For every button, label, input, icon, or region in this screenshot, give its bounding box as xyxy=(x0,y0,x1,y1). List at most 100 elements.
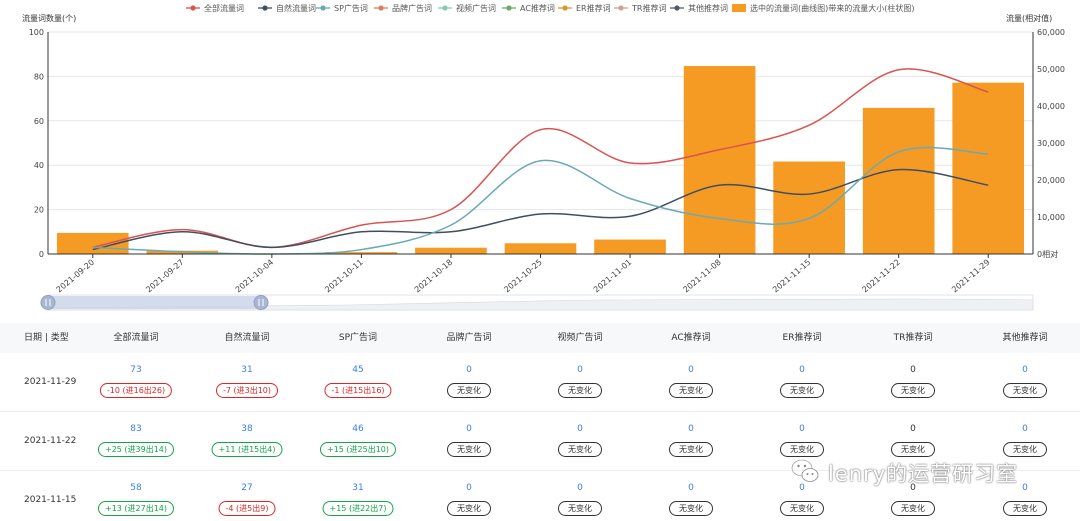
x-tick-label: 2021-11-01 xyxy=(592,258,633,295)
legend-label: AC推荐词 xyxy=(520,3,555,13)
zoom-selection[interactable] xyxy=(48,296,261,309)
legend-item[interactable]: 自然流量词 xyxy=(258,3,316,13)
change-badge[interactable]: 无变化 xyxy=(447,442,491,457)
cell-value[interactable]: 0 xyxy=(747,424,857,434)
cell-value[interactable]: 27 xyxy=(192,483,302,493)
bar-traffic[interactable] xyxy=(504,243,577,254)
bar-traffic[interactable] xyxy=(594,239,666,254)
change-badge[interactable]: +13 (进27出14) xyxy=(97,501,175,516)
cell-value[interactable]: 0 xyxy=(858,365,968,375)
header-er: ER推荐词 xyxy=(782,333,822,343)
cell-value[interactable]: 38 xyxy=(192,424,302,434)
table-cell: 0 无变化 xyxy=(636,471,746,521)
legend-marker xyxy=(562,5,568,11)
change-badge[interactable]: 无变化 xyxy=(447,501,491,516)
bar-traffic[interactable] xyxy=(415,247,487,254)
x-tick-label: 2021-10-25 xyxy=(502,258,543,295)
series-line[interactable] xyxy=(92,68,989,249)
cell-value[interactable]: 0 xyxy=(525,424,635,434)
row-date: 2021-11-29 xyxy=(24,377,77,387)
cell-value[interactable]: 0 xyxy=(970,424,1080,434)
watermark-text: lenry的运营研习室 xyxy=(828,462,1019,486)
cell-value[interactable]: 0 xyxy=(525,365,635,375)
cell-value[interactable]: 0 xyxy=(414,483,524,493)
cell-value[interactable]: 73 xyxy=(81,365,191,375)
change-badge[interactable]: +15 (进22出7) xyxy=(322,501,394,516)
change-badge[interactable]: -4 (进5出9) xyxy=(218,501,276,516)
line-series xyxy=(92,68,989,255)
change-badge[interactable]: 无变化 xyxy=(669,501,713,516)
cell-value[interactable]: 0 xyxy=(970,365,1080,375)
change-badge[interactable]: 无变化 xyxy=(558,383,602,398)
table-cell: 46 +15 (进25出10) xyxy=(303,412,413,471)
zoom-handle-right[interactable] xyxy=(253,295,269,310)
cell-value[interactable]: 0 xyxy=(636,483,746,493)
legend-marker xyxy=(378,5,384,11)
legend-item[interactable]: ER推荐词 xyxy=(558,3,611,13)
change-badge[interactable]: 无变化 xyxy=(780,501,824,516)
cell-value[interactable]: 0 xyxy=(858,424,968,434)
legend-item[interactable]: SP广告词 xyxy=(316,3,368,13)
change-badge[interactable]: 无变化 xyxy=(558,501,602,516)
row-date: 2021-11-15 xyxy=(24,495,77,505)
change-badge[interactable]: -1 (进15出16) xyxy=(324,383,392,398)
legend-item[interactable]: 选中的流量词(曲线图)带来的流量大小(柱状图) xyxy=(732,3,914,13)
change-badge[interactable]: -7 (进3出10) xyxy=(215,383,279,398)
bar-traffic[interactable] xyxy=(862,107,935,254)
table-cell: 0 无变化 xyxy=(525,412,635,471)
cell-value[interactable]: 0 xyxy=(525,483,635,493)
change-badge[interactable]: 无变化 xyxy=(891,383,935,398)
change-badge[interactable]: +11 (进15出4) xyxy=(211,442,283,457)
legend-marker xyxy=(190,5,196,11)
table-cell: 83 +25 (进39出14) xyxy=(81,412,191,471)
change-badge[interactable]: 无变化 xyxy=(891,501,935,516)
change-badge[interactable]: 无变化 xyxy=(669,383,713,398)
legend-item[interactable]: TR推荐词 xyxy=(614,3,666,13)
change-badge[interactable]: +15 (进25出10) xyxy=(319,442,397,457)
change-badge[interactable]: 无变化 xyxy=(558,442,602,457)
header-brand: 品牌广告词 xyxy=(446,333,492,343)
x-tick-label: 2021-11-15 xyxy=(771,258,812,295)
change-badge[interactable]: -10 (进16出26) xyxy=(99,383,173,398)
y-right-tick-label: 30,000 xyxy=(1037,139,1065,148)
table-cell: 0 无变化 xyxy=(525,471,635,521)
legend-label: SP广告词 xyxy=(334,3,368,13)
data-zoom-slider[interactable] xyxy=(40,294,1034,311)
legend-item[interactable]: 其他推荐词 xyxy=(670,3,728,13)
table-cell: 0 无变化 xyxy=(525,353,635,412)
cell-value[interactable]: 0 xyxy=(636,424,746,434)
zoom-handle-left[interactable] xyxy=(40,295,56,310)
table-cell: 0 无变化 xyxy=(414,353,524,412)
change-badge[interactable]: 无变化 xyxy=(447,383,491,398)
bar-traffic[interactable] xyxy=(952,82,1025,254)
cell-value[interactable]: 46 xyxy=(303,424,413,434)
watermark: lenry的运营研习室 xyxy=(790,455,1080,489)
legend-item[interactable]: 品牌广告词 xyxy=(374,3,432,13)
cell-value[interactable]: 0 xyxy=(636,365,746,375)
cell-value[interactable]: 45 xyxy=(303,365,413,375)
change-badge[interactable]: 无变化 xyxy=(780,383,824,398)
header-all: 全部流量词 xyxy=(113,333,159,343)
change-badge[interactable]: +25 (进39出14) xyxy=(97,442,175,457)
change-badge[interactable]: 无变化 xyxy=(669,442,713,457)
y-left-tick-label: 0 xyxy=(39,250,44,259)
cell-value[interactable]: 0 xyxy=(414,365,524,375)
table-cell: 0 无变化 xyxy=(636,353,746,412)
cell-value[interactable]: 58 xyxy=(81,483,191,493)
legend-item[interactable]: 全部流量词 xyxy=(186,3,244,13)
change-badge[interactable]: 无变化 xyxy=(1003,383,1047,398)
table-cell: 27 -4 (进5出9) xyxy=(192,471,302,521)
table-cell: 0 无变化 xyxy=(747,353,857,412)
table-cell: 0 无变化 xyxy=(636,412,746,471)
cell-value[interactable]: 31 xyxy=(303,483,413,493)
cell-value[interactable]: 31 xyxy=(192,365,302,375)
y-right-tick-label: 60,000 xyxy=(1037,28,1065,37)
cell-value[interactable]: 0 xyxy=(747,365,857,375)
bar-traffic[interactable] xyxy=(683,66,756,254)
change-badge[interactable]: 无变化 xyxy=(1003,501,1047,516)
cell-value[interactable]: 0 xyxy=(414,424,524,434)
legend-item[interactable]: AC推荐词 xyxy=(502,3,555,13)
legend-item[interactable]: 视频广告词 xyxy=(438,3,496,13)
cell-value[interactable]: 83 xyxy=(81,424,191,434)
bar-traffic[interactable] xyxy=(773,161,845,255)
